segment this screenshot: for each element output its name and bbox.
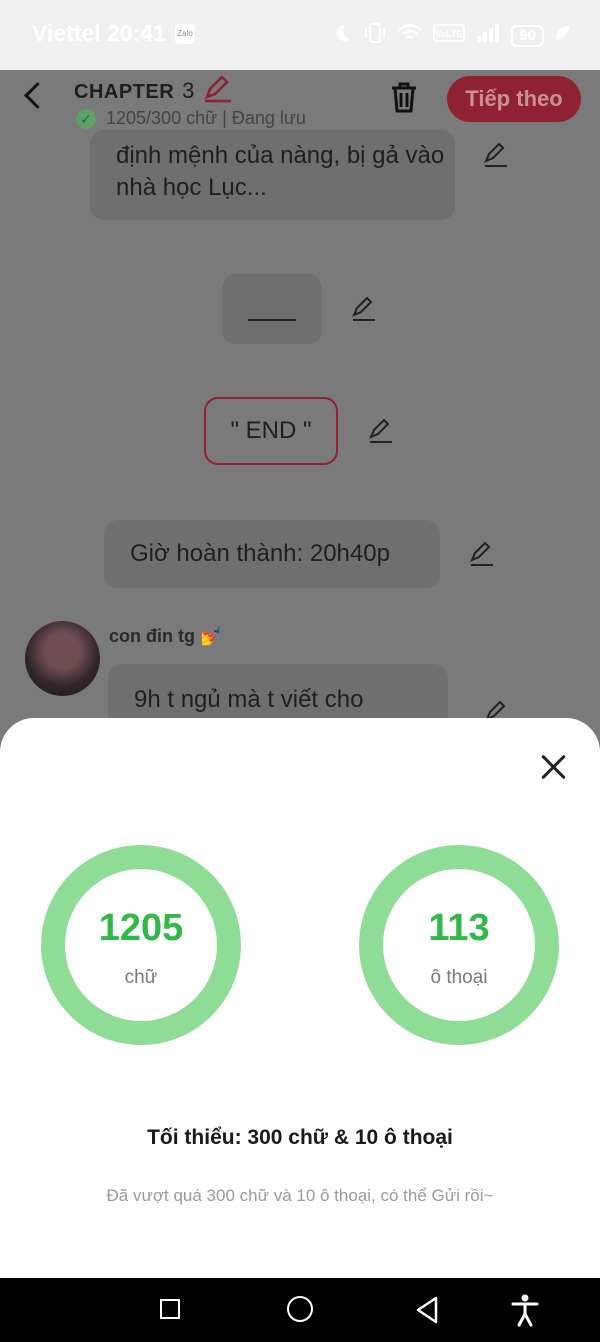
author-name: con đin tg 💅 xyxy=(109,626,223,646)
accessibility-icon[interactable] xyxy=(510,1293,540,1332)
home-icon[interactable] xyxy=(287,1296,313,1322)
system-nav-bar xyxy=(0,1278,600,1342)
trash-icon[interactable] xyxy=(388,80,420,119)
recents-icon[interactable] xyxy=(160,1299,180,1319)
completion-time-bubble[interactable]: Giờ hoàn thành: 20h40p xyxy=(104,520,440,588)
back-triangle-icon[interactable] xyxy=(414,1295,440,1330)
edit-pencil-icon[interactable] xyxy=(469,541,495,572)
edit-title-pencil-icon[interactable] xyxy=(203,75,233,108)
end-bubble[interactable]: " END " xyxy=(204,397,338,465)
requirement-hint: Đã vượt quá 300 chữ và 10 ô thoại, có th… xyxy=(106,1186,494,1205)
save-status: ✓ 1205/300 chữ | Đang lưu xyxy=(76,108,306,129)
divider-line xyxy=(248,319,296,321)
minimum-requirement: Tối thiểu: 300 chữ & 10 ô thoại xyxy=(147,1126,453,1149)
chapter-title: CHAPTER 3 xyxy=(74,78,195,104)
check-icon: ✓ xyxy=(76,108,96,129)
edit-pencil-icon[interactable] xyxy=(368,418,394,449)
dialogs-count-ring: 113 ô thoại xyxy=(359,845,559,1045)
words-unit: chữ xyxy=(124,967,158,988)
next-button[interactable]: Tiếp theo xyxy=(447,76,581,122)
words-count-ring: 1205 chữ xyxy=(41,845,241,1045)
author-avatar[interactable] xyxy=(25,621,100,696)
edit-pencil-icon[interactable] xyxy=(483,142,509,173)
words-count: 1205 xyxy=(98,907,184,949)
dialogs-count: 113 xyxy=(428,907,490,949)
save-status-text: 1205/300 chữ | Đang lưu xyxy=(106,108,306,128)
chapter-number: 3 xyxy=(182,78,195,103)
back-icon[interactable] xyxy=(24,82,51,109)
edit-pencil-icon[interactable] xyxy=(351,296,377,327)
divider-bubble[interactable] xyxy=(222,274,322,344)
chapter-label: CHAPTER xyxy=(74,81,175,103)
close-icon[interactable] xyxy=(538,751,570,783)
dialogs-unit: ô thoại xyxy=(430,967,488,988)
story-bubble[interactable]: định mệnh của nàng, bị gả vào nhà học Lụ… xyxy=(90,130,455,220)
